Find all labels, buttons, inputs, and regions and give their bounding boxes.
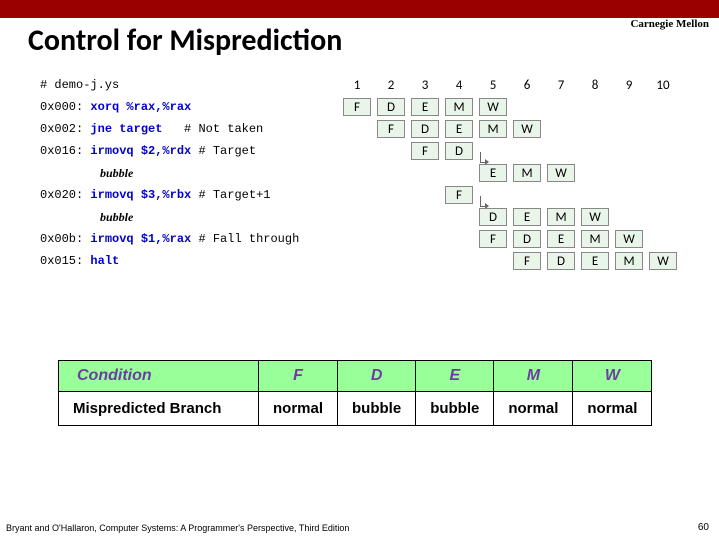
col-W: W <box>573 361 652 392</box>
cycle-10: 10 <box>646 74 680 96</box>
cycle-6: 6 <box>510 74 544 96</box>
stage-D: D <box>411 120 439 138</box>
corner-brand: Carnegie Mellon <box>630 18 709 30</box>
instr-row: 0x00b: irmovq $1,%rax # Fall through F D… <box>40 228 680 250</box>
stage-M: M <box>615 252 643 270</box>
table-row: Mispredicted Branch normal bubble bubble… <box>59 392 652 426</box>
stage-D: D <box>513 230 541 248</box>
stage-E: E <box>479 164 507 182</box>
stage-W: W <box>479 98 507 116</box>
stage-action: bubble <box>416 392 494 426</box>
cycle-9: 9 <box>612 74 646 96</box>
stage-M: M <box>445 98 473 116</box>
stage-M: M <box>581 230 609 248</box>
stage-action: normal <box>494 392 573 426</box>
comment: # Target+1 <box>198 188 270 202</box>
instr-row: 0x020: irmovq $3,%rbx # Target+1 F <box>40 184 680 206</box>
cycle-4: 4 <box>442 74 476 96</box>
stage-D: D <box>377 98 405 116</box>
addr: 0x020: <box>40 188 83 202</box>
stage-E: E <box>513 208 541 226</box>
stage-W: W <box>513 120 541 138</box>
stage-W: W <box>547 164 575 182</box>
addr: 0x000: <box>40 100 83 114</box>
top-red-bar <box>0 0 719 18</box>
stage-W: W <box>649 252 677 270</box>
stage-W: W <box>615 230 643 248</box>
addr: 0x002: <box>40 122 83 136</box>
code-header: # demo-j.ys <box>40 78 119 92</box>
stage-F: F <box>445 186 473 204</box>
addr: 0x016: <box>40 144 83 158</box>
instr-row: 0x015: halt F D E M W <box>40 250 680 272</box>
bubble-row: bubble E M W <box>40 162 680 184</box>
op: irmovq $1,%rax <box>90 232 191 246</box>
cycle-7: 7 <box>544 74 578 96</box>
comment: # Fall through <box>198 232 299 246</box>
stage-F: F <box>343 98 371 116</box>
op: halt <box>90 254 119 268</box>
addr: 0x00b: <box>40 232 83 246</box>
stage-M: M <box>513 164 541 182</box>
pipeline-table: # demo-j.ys 1 2 3 4 5 6 7 8 9 10 0x000: … <box>40 74 680 272</box>
cycle-3: 3 <box>408 74 442 96</box>
op: jne target <box>90 122 162 136</box>
instr-row: 0x000: xorq %rax,%rax F D E M W <box>40 96 680 118</box>
footer-citation: Bryant and O'Hallaron, Computer Systems:… <box>6 523 349 533</box>
stage-W: W <box>581 208 609 226</box>
col-M: M <box>494 361 573 392</box>
stage-M: M <box>547 208 575 226</box>
comment: # Target <box>198 144 256 158</box>
stage-F: F <box>411 142 439 160</box>
cycle-8: 8 <box>578 74 612 96</box>
stage-D: D <box>445 142 473 160</box>
col-E: E <box>416 361 494 392</box>
op: xorq %rax,%rax <box>90 100 191 114</box>
op: irmovq $3,%rbx <box>90 188 191 202</box>
instr-row: 0x016: irmovq $2,%rdx # Target F D <box>40 140 680 162</box>
stage-F: F <box>513 252 541 270</box>
cycle-1: 1 <box>340 74 374 96</box>
pipeline-diagram: # demo-j.ys 1 2 3 4 5 6 7 8 9 10 0x000: … <box>40 74 680 272</box>
comment: # Not taken <box>184 122 263 136</box>
col-F: F <box>259 361 338 392</box>
stage-D: D <box>547 252 575 270</box>
page-number: 60 <box>698 522 709 533</box>
stage-M: M <box>479 120 507 138</box>
op: irmovq $2,%rdx <box>90 144 191 158</box>
condition-table: Condition F D E M W Mispredicted Branch … <box>58 360 652 426</box>
cycle-5: 5 <box>476 74 510 96</box>
bubble-label: bubble <box>40 167 133 179</box>
stage-E: E <box>581 252 609 270</box>
col-D: D <box>338 361 416 392</box>
stage-D: D <box>479 208 507 226</box>
instr-row: 0x002: jne target # Not taken F D E M W <box>40 118 680 140</box>
stage-F: F <box>479 230 507 248</box>
stage-F: F <box>377 120 405 138</box>
addr: 0x015: <box>40 254 83 268</box>
cond-name: Mispredicted Branch <box>59 392 259 426</box>
slide-title: Control for Misprediction <box>0 18 719 59</box>
stage-action: bubble <box>338 392 416 426</box>
stage-E: E <box>411 98 439 116</box>
cond-header: Condition <box>59 361 259 392</box>
bubble-label: bubble <box>40 211 133 223</box>
cycle-2: 2 <box>374 74 408 96</box>
stage-action: normal <box>259 392 338 426</box>
stage-action: normal <box>573 392 652 426</box>
stage-E: E <box>445 120 473 138</box>
stage-E: E <box>547 230 575 248</box>
bubble-row: bubble D E M W <box>40 206 680 228</box>
